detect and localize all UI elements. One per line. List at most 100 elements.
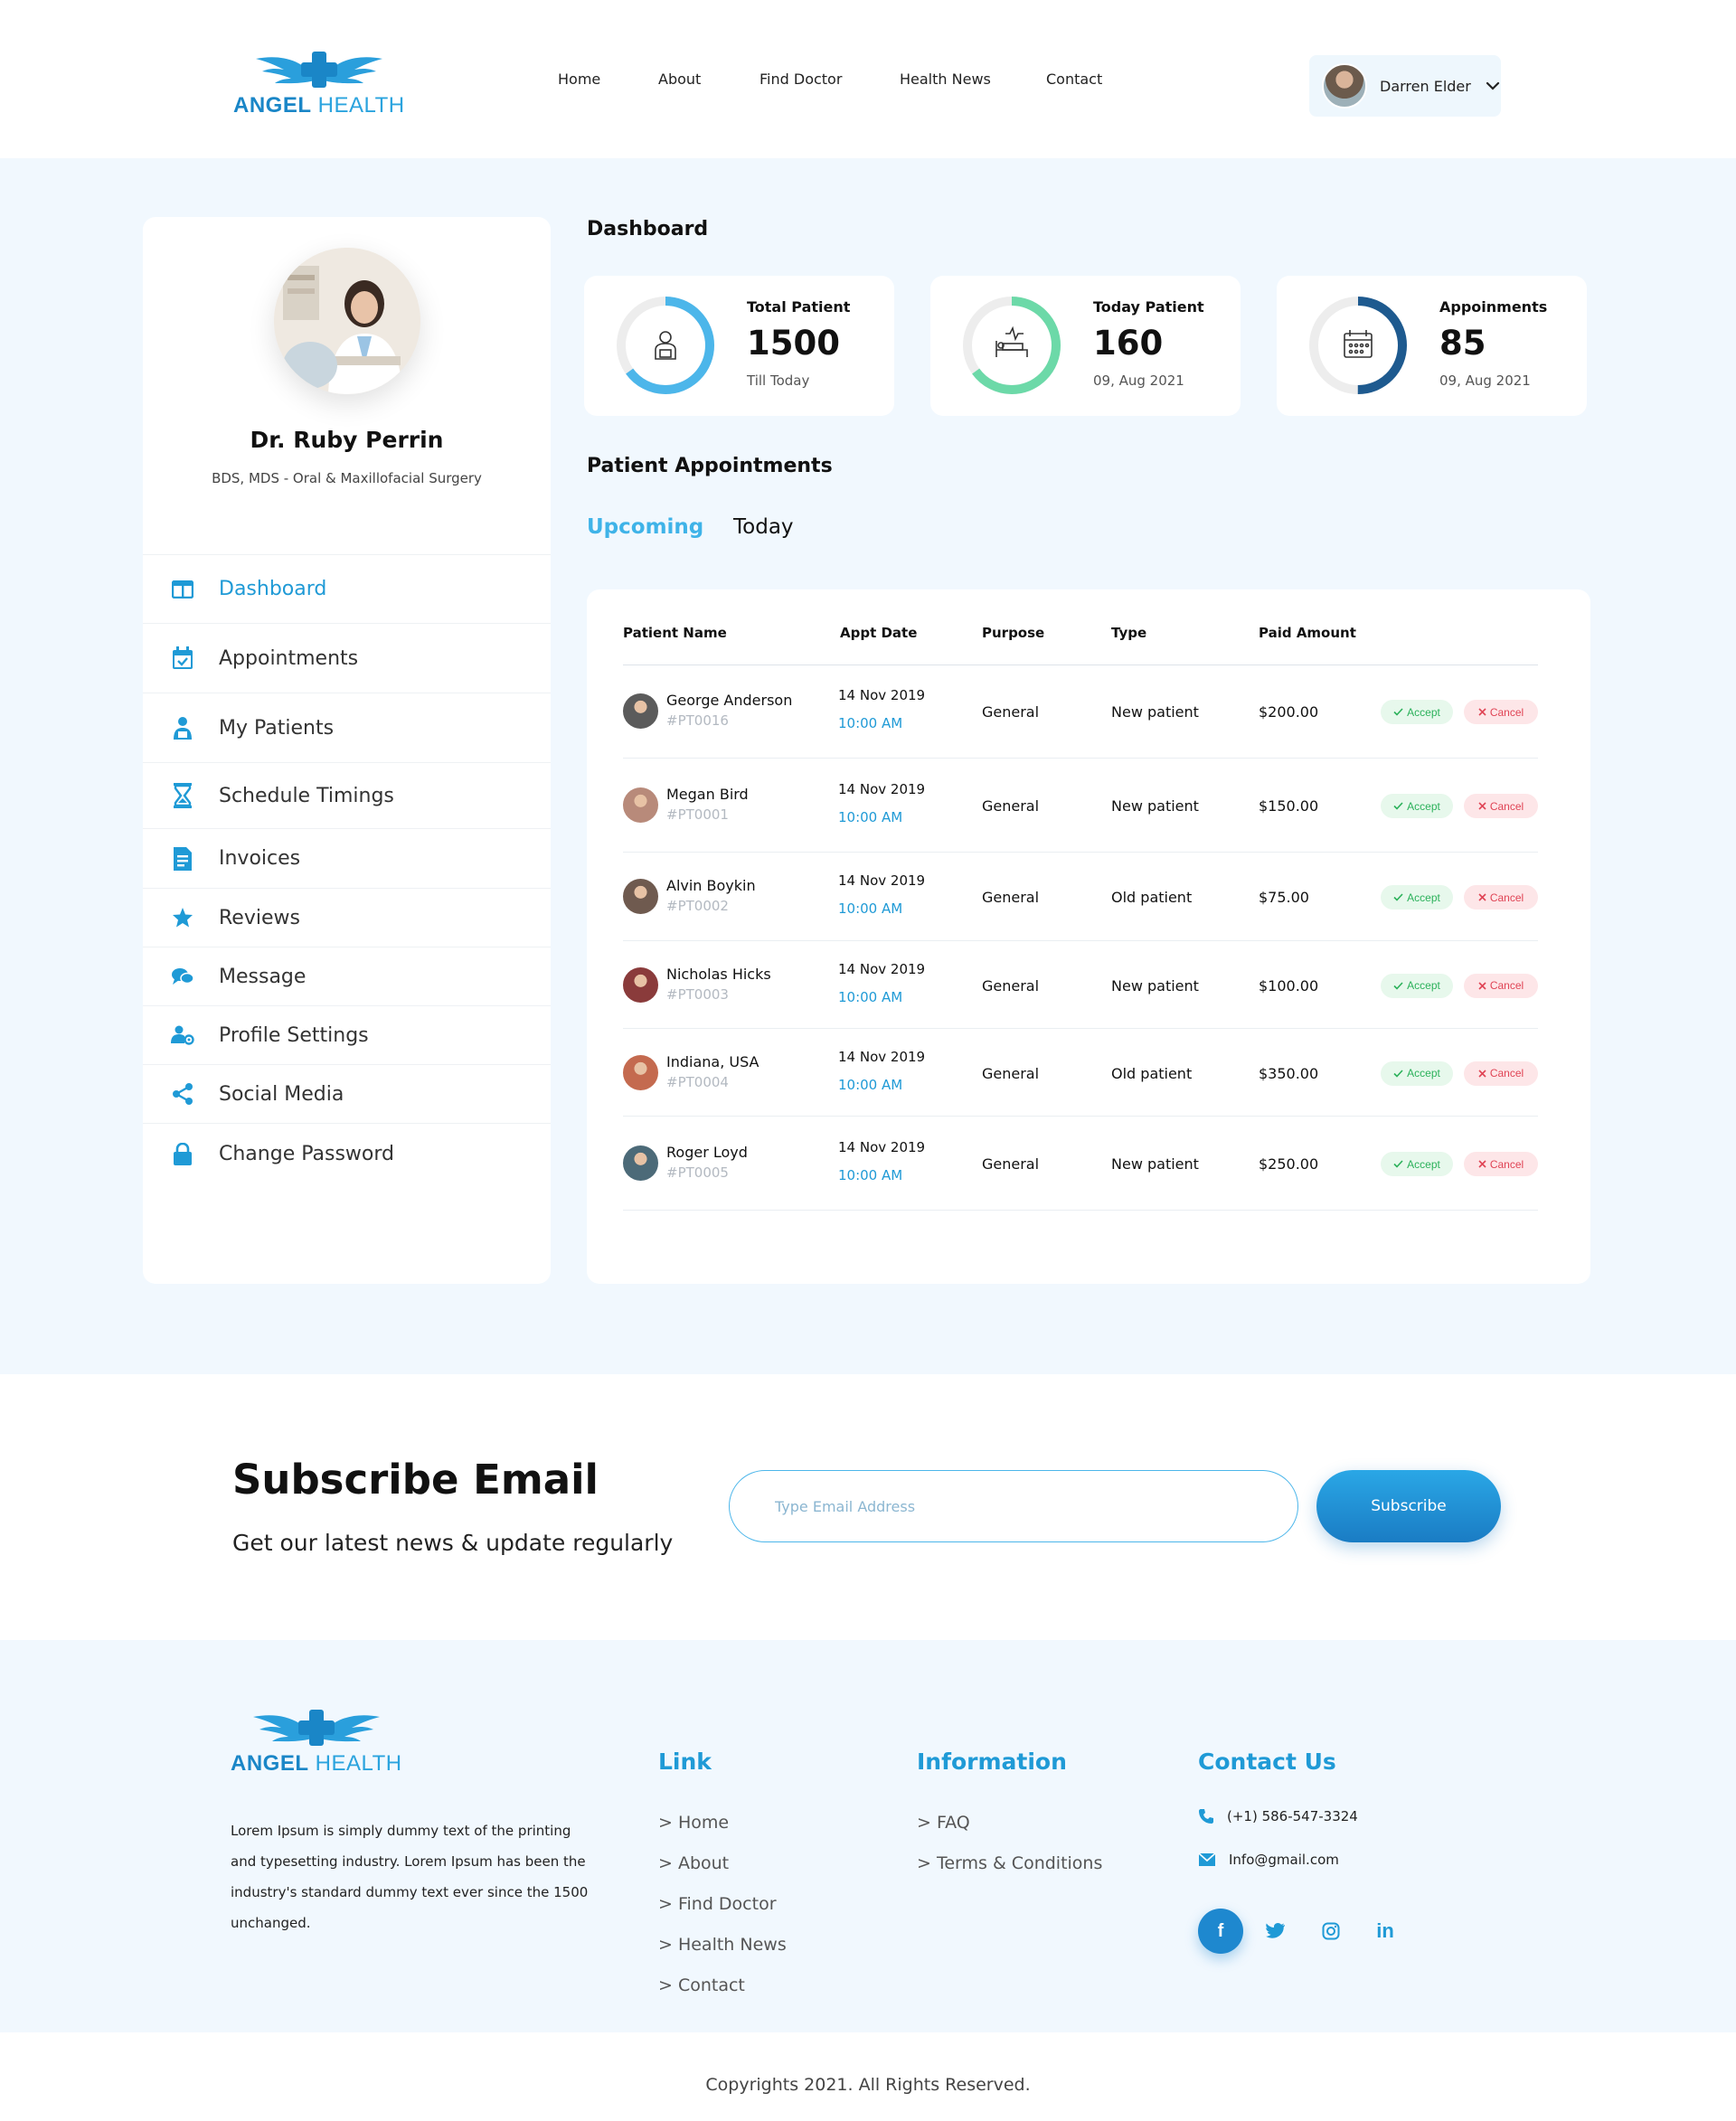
patient-type: New patient [1111,1155,1199,1173]
appt-date: 14 Nov 2019 [838,781,926,797]
accept-button[interactable]: Accept [1381,700,1453,724]
footer-link-contact[interactable]: > Contact [658,1975,745,1995]
close-icon [1478,1160,1486,1168]
footer-email[interactable]: Info@gmail.com [1198,1852,1339,1868]
cancel-button[interactable]: Cancel [1464,700,1538,724]
sidebar-item-appointments[interactable]: Appointments [143,623,551,693]
subscribe-text: Get our latest news & update regularly [232,1530,674,1556]
accept-button[interactable]: Accept [1381,1060,1453,1086]
nav-find-doctor[interactable]: Find Doctor [760,71,842,88]
patients-icon [170,715,195,740]
sidebar-item-profile-settings[interactable]: Profile Settings [143,1005,551,1064]
patient-avatar [623,879,658,914]
patient-avatar [623,1145,658,1181]
user-menu[interactable]: Darren Elder [1309,55,1501,117]
profile-sidebar: Dr. Ruby Perrin BDS, MDS - Oral & Maxill… [143,217,551,1284]
cancel-button[interactable]: Cancel [1464,794,1538,818]
twitter-link[interactable] [1253,1909,1298,1954]
cancel-button[interactable]: Cancel [1464,1152,1538,1176]
close-icon [1478,708,1486,716]
appt-date: 14 Nov 2019 [838,960,926,977]
calendar-icon [1309,297,1407,394]
sidebar-item-change-password[interactable]: Change Password [143,1123,551,1184]
sidebar-item-my-patients[interactable]: My Patients [143,693,551,762]
user-name: Darren Elder [1380,77,1471,95]
sidebar-item-schedule-timings[interactable]: Schedule Timings [143,762,551,828]
footer-link-faq[interactable]: > FAQ [917,1813,970,1833]
accept-button[interactable]: Accept [1381,973,1453,998]
stat-sub: Till Today [747,372,810,389]
doctor-degree: BDS, MDS - Oral & Maxillofacial Surgery [212,470,482,486]
sidebar-item-social-media[interactable]: Social Media [143,1064,551,1123]
copyright-bar: Copyrights 2021. All Rights Reserved. [0,2032,1736,2121]
footer-phone[interactable]: (+1) 586-547-3324 [1198,1808,1358,1824]
user-cog-icon [170,1023,195,1048]
accept-button[interactable]: Accept [1381,885,1453,910]
dashboard-icon [170,577,195,602]
patient-name[interactable]: George Anderson [666,692,792,709]
instagram-link[interactable] [1308,1909,1354,1954]
stat-value: 1500 [747,324,840,363]
sidebar-item-reviews[interactable]: Reviews [143,888,551,947]
close-icon [1478,802,1486,810]
footer-link-terms[interactable]: > Terms & Conditions [917,1853,1102,1873]
patient-id: #PT0001 [666,806,729,823]
stat-value: 85 [1439,324,1486,363]
nav-home[interactable]: Home [558,71,600,88]
patient-id: #PT0016 [666,712,729,729]
appt-time: 10:00 AM [838,715,903,731]
footer-link-about[interactable]: > About [658,1853,729,1873]
sidebar-item-dashboard[interactable]: Dashboard [143,554,551,623]
close-icon [1478,1069,1486,1078]
instagram-icon [1322,1922,1340,1940]
stat-label: Total Patient [747,298,851,316]
cancel-button[interactable]: Cancel [1464,1060,1538,1086]
footer-logo[interactable]: ANGEL HEALTH [231,1708,402,1777]
cancel-button[interactable]: Cancel [1464,885,1538,910]
patient-id: #PT0002 [666,898,729,914]
lock-icon [170,1142,195,1167]
nav-about[interactable]: About [658,71,701,88]
patient-name[interactable]: Alvin Boykin [666,877,756,894]
stat-card-today-patient: Today Patient 160 09, Aug 2021 [930,276,1241,416]
footer-link-find-doctor[interactable]: > Find Doctor [658,1894,777,1914]
appt-time: 10:00 AM [838,1076,903,1093]
facebook-link[interactable]: f [1198,1909,1243,1954]
patient-name[interactable]: Nicholas Hicks [666,966,771,983]
patient-name[interactable]: Megan Bird [666,786,749,803]
nav-health-news[interactable]: Health News [900,71,991,88]
patient-avatar [623,693,658,729]
linkedin-link[interactable]: in [1363,1909,1408,1954]
stat-label: Appoinments [1439,298,1548,316]
hourglass-icon [170,783,195,808]
stat-card-total-patient: Total Patient 1500 Till Today [584,276,894,416]
sidebar-item-invoices[interactable]: Invoices [143,828,551,888]
col-header-patient-name: Patient Name [623,625,727,641]
table-row: Alvin Boykin #PT0002 14 Nov 2019 10:00 AM Ge… [623,853,1538,941]
logo[interactable]: ANGEL HEALTH [233,50,405,118]
doctor-photo [274,248,420,394]
subscribe-button[interactable]: Subscribe [1316,1470,1501,1542]
sidebar-item-message[interactable]: Message [143,947,551,1005]
patient-type: New patient [1111,703,1199,721]
footer-link-home[interactable]: > Home [658,1813,729,1833]
email-input[interactable] [729,1470,1298,1542]
patient-avatar [623,1054,658,1090]
tab-upcoming[interactable]: Upcoming [587,515,703,539]
accept-button[interactable]: Accept [1381,794,1453,818]
hospital-bed-icon [963,297,1061,394]
angel-wings-logo-icon [252,1710,380,1746]
main-content: Dr. Ruby Perrin BDS, MDS - Oral & Maxill… [0,158,1736,1374]
patient-id: #PT0003 [666,985,729,1003]
check-icon [1393,708,1403,716]
patient-name[interactable]: Roger Loyd [666,1144,748,1161]
table-row: Roger Loyd #PT0005 14 Nov 2019 10:00 AM Gene… [623,1117,1538,1211]
patient-name[interactable]: Indiana, USA [666,1053,760,1070]
cancel-button[interactable]: Cancel [1464,973,1538,998]
appt-time: 10:00 AM [838,988,903,1005]
nav-contact[interactable]: Contact [1046,71,1102,88]
header: ANGEL HEALTH Home About Find Doctor Heal… [0,0,1736,158]
tab-today[interactable]: Today [733,515,794,539]
accept-button[interactable]: Accept [1381,1152,1453,1176]
footer-link-health-news[interactable]: > Health News [658,1935,787,1955]
